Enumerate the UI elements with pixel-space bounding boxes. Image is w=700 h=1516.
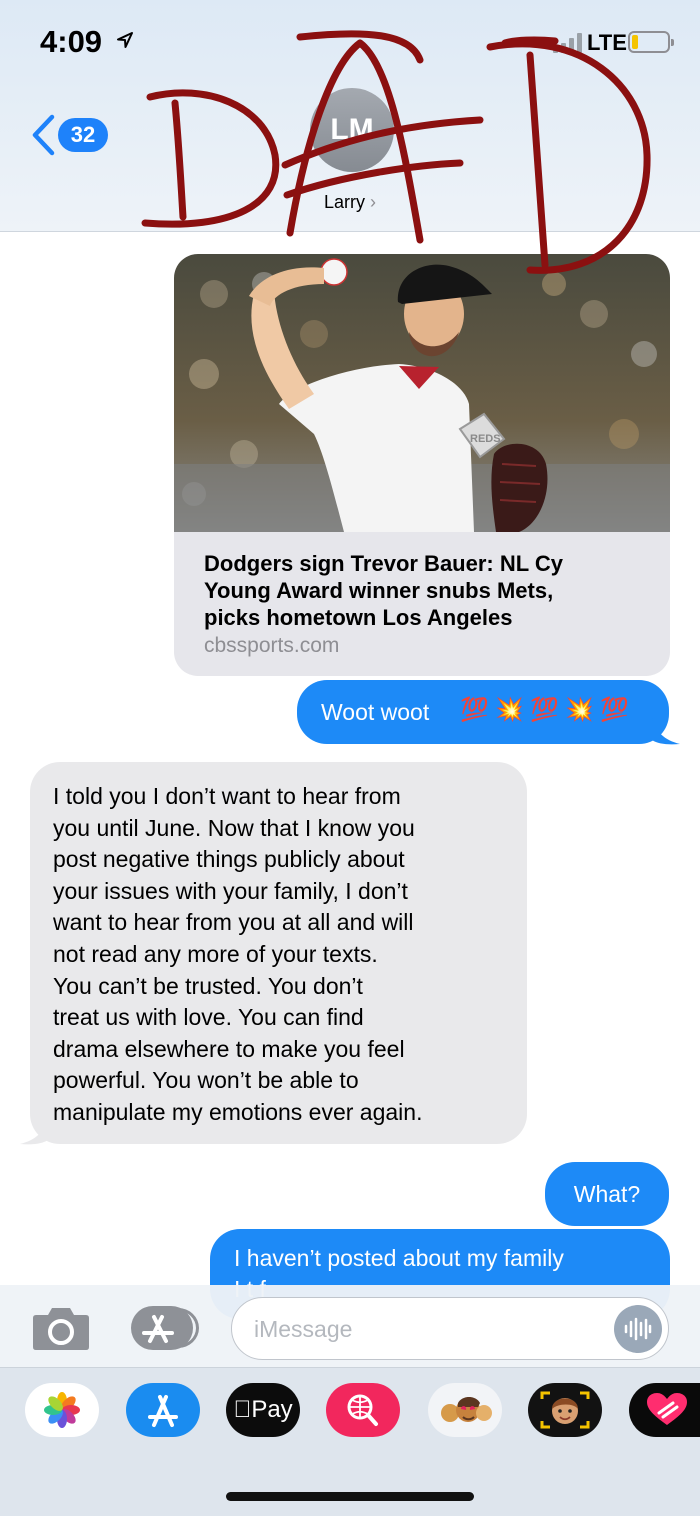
message-line: post negative things publicly about [53, 846, 405, 873]
message-input[interactable] [254, 1312, 594, 1346]
link-title-line: picks hometown Los Angeles [204, 605, 513, 630]
conversation-header: 4:09 LTE 32 LM Larry › [0, 0, 700, 232]
jersey-logo-text: REDS [470, 433, 501, 445]
imessage-field[interactable] [231, 1297, 669, 1360]
message-line: you until June. Now that I know you [53, 814, 415, 841]
camera-icon[interactable] [32, 1305, 90, 1351]
message-line: I haven’t posted about my family [234, 1245, 564, 1271]
memoji-stickers-icon[interactable] [428, 1383, 502, 1437]
message-text: Woot woot [321, 699, 430, 725]
contact-name-text: Larry [323, 192, 365, 212]
battery-icon [628, 31, 674, 53]
signal-bars-icon [553, 33, 583, 53]
location-arrow-icon [117, 32, 133, 48]
incoming-message-long[interactable]: I told you I don’t want to hear from you… [30, 762, 527, 1144]
apple-pay-icon[interactable]: Pay [226, 1383, 300, 1437]
web-search-icon[interactable] [326, 1383, 400, 1437]
message-line: your issues with your family, I don’t [53, 877, 408, 904]
message-line: want to hear from you at all and will [53, 909, 414, 936]
network-type: LTE [587, 30, 627, 55]
link-preview-domain: cbssports.com [204, 634, 340, 657]
audio-waveform-icon[interactable] [614, 1305, 662, 1353]
compose-bar [0, 1285, 700, 1367]
unread-count-badge[interactable]: 32 [58, 118, 108, 152]
photos-icon[interactable] [25, 1383, 99, 1437]
chevron-right-icon: › [370, 192, 377, 212]
message-line: not read any more of your texts. [53, 940, 378, 967]
message-line: You can’t be trusted. You don’t [53, 972, 363, 999]
bubble-tail [652, 718, 680, 745]
message-line: treat us with love. You can find [53, 1004, 364, 1031]
link-preview-title: Dodgers sign Trevor Bauer: NL Cy Young A… [204, 550, 644, 631]
link-title-line: Young Award winner snubs Mets, [204, 578, 554, 603]
memoji-camera-icon[interactable] [528, 1383, 602, 1437]
back-chevron-icon[interactable] [30, 114, 56, 156]
link-preview-card[interactable]: REDS Dodgers sign Trevor Bauer: NL Cy Yo… [174, 254, 670, 676]
message-line: manipulate my emotions ever again. [53, 1098, 423, 1125]
app-store-icon[interactable] [126, 1383, 200, 1437]
outgoing-message-what[interactable]: What? [545, 1162, 669, 1226]
heart-app-icon[interactable] [629, 1383, 700, 1437]
bubble-tail [20, 1118, 48, 1145]
imessage-app-drawer: Pay [0, 1367, 700, 1516]
status-time: 4:09 [40, 24, 103, 59]
message-line: I told you I don’t want to hear from [53, 783, 401, 809]
app-store-icon[interactable] [131, 1306, 199, 1350]
message-emoji: 💯 💥 💯 💥 💯 [460, 696, 629, 722]
message-line: powerful. You won’t be able to [53, 1067, 359, 1094]
apple-pay-label: Pay [233, 1396, 292, 1423]
home-indicator[interactable] [226, 1492, 474, 1501]
outgoing-message-woot[interactable]: Woot woot 💯 💥 💯 💥 💯 [297, 680, 669, 744]
article-photo: REDS [174, 254, 670, 532]
link-title-line: Dodgers sign Trevor Bauer: NL Cy [204, 551, 564, 576]
contact-name[interactable]: Larry › [300, 192, 400, 213]
message-line: drama elsewhere to make you feel [53, 1035, 405, 1062]
contact-avatar[interactable]: LM [310, 88, 394, 172]
